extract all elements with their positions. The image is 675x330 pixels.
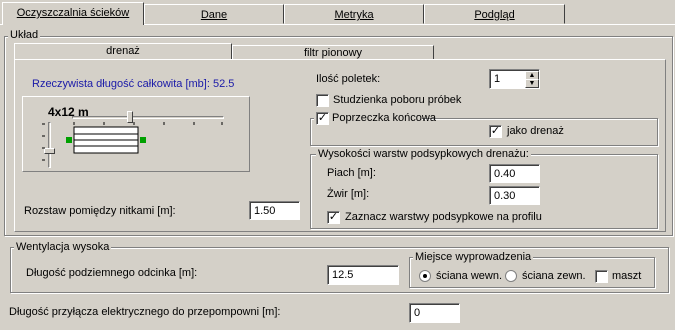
poprzeczka-checkbox[interactable]: ✓: [316, 112, 329, 125]
piach-label: Piach [m]:: [327, 167, 376, 179]
maszt-label: maszt: [612, 270, 642, 282]
subtab-drenaz[interactable]: drenaż: [14, 43, 232, 60]
total-length-label: Rzeczywista długość całkowita [mb]: 52.5: [32, 78, 235, 90]
warstwy-title: Wysokości warstw podsypkowych drenażu:: [316, 148, 531, 160]
rozstaw-label: Rozstaw pomiędzy nitkami [m]:: [24, 205, 176, 217]
maszt-checkbox[interactable]: [595, 270, 608, 283]
subtab-drenaz-label: drenaż: [106, 45, 140, 57]
drain-preview-drawing: [66, 126, 146, 154]
tab-metryka-label: Metryka: [334, 9, 374, 21]
studzienka-checkbox[interactable]: [316, 94, 329, 107]
tab-oczyszczalnia[interactable]: Oczyszczalnia ścieków: [2, 2, 144, 25]
tab-podglad-label: Podgląd: [474, 9, 515, 21]
radio-sciana-zewn[interactable]: [505, 270, 517, 282]
studzienka-label: Studzienka poboru próbek: [333, 94, 462, 106]
przylacze-label: Długość przyłącza elektrycznego do przep…: [9, 306, 281, 318]
tab-oczyszczalnia-label: Oczyszczalnia ścieków: [16, 7, 130, 19]
zwir-label: Żwir [m]:: [327, 188, 370, 200]
radio-sciana-wewn-label: ściana wewn.: [436, 270, 503, 282]
uklad-title: Układ: [8, 29, 41, 41]
length-slider-ticks: [42, 123, 45, 161]
jako-drenaz-label: jako drenaż: [507, 125, 564, 137]
jako-drenaz-checkbox[interactable]: ✓: [489, 125, 502, 138]
tab-dane-label: Dane: [200, 9, 228, 21]
tab-metryka[interactable]: Metryka: [284, 4, 424, 24]
subtab-filtr-label: filtr pionowy: [303, 47, 363, 59]
dlugosc-input[interactable]: 12.5: [327, 265, 399, 285]
spin-down-button[interactable]: ▼: [525, 79, 539, 88]
zaznacz-checkbox[interactable]: ✓: [327, 211, 340, 224]
poprzeczka-header: ✓ Poprzeczka końcowa: [314, 112, 436, 126]
subtab-filtr-pionowy[interactable]: filtr pionowy: [232, 45, 434, 60]
length-slider-track: [48, 122, 51, 168]
rozstaw-input[interactable]: 1.50: [249, 201, 300, 220]
zaznacz-label: Zaznacz warstwy podsypkowe na profilu: [345, 211, 542, 223]
miejsce-title: Miejsce wyprowadzenia: [413, 251, 534, 263]
poprzeczka-label: Poprzeczka końcowa: [332, 112, 436, 124]
wentylacja-title: Wentylacja wysoka: [14, 241, 112, 253]
przylacze-input[interactable]: 0: [409, 303, 460, 323]
tab-dane[interactable]: Dane: [144, 4, 284, 24]
dlugosc-label: Długość podziemnego odcinka [m]:: [26, 267, 198, 279]
ilosc-label: Ilość poletek:: [316, 73, 381, 85]
radio-sciana-wewn[interactable]: [419, 270, 431, 282]
radio-sciana-zewn-label: ściana zewn.: [522, 270, 586, 282]
tab-podglad[interactable]: Podgląd: [424, 4, 565, 24]
length-slider[interactable]: [42, 122, 55, 168]
piach-input[interactable]: 0.40: [489, 164, 540, 183]
zwir-input[interactable]: 0.30: [489, 186, 540, 205]
width-slider[interactable]: [72, 111, 224, 125]
width-slider-track: [72, 116, 224, 119]
